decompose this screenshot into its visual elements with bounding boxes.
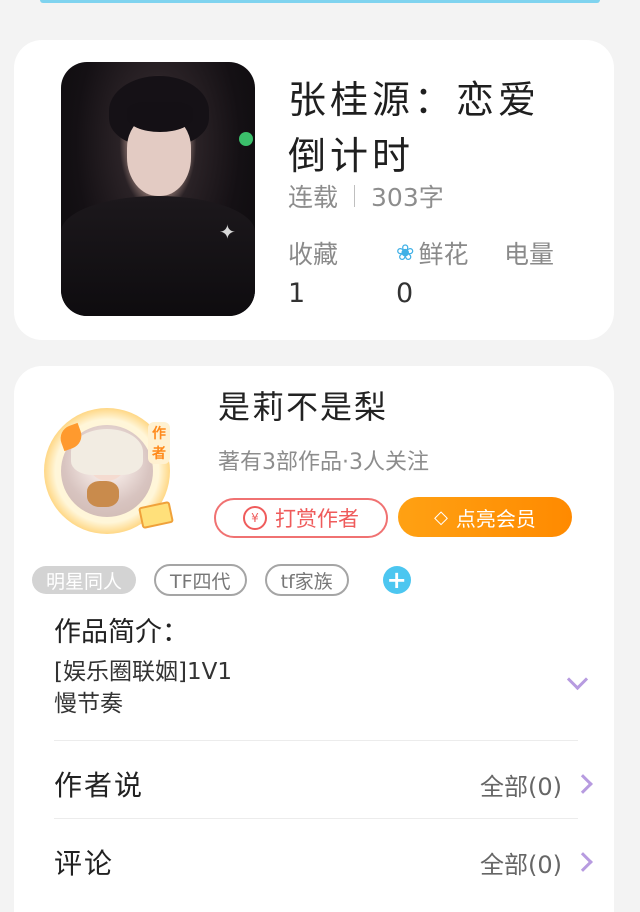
comments-row[interactable]: 评论 全部(0) xyxy=(54,834,593,890)
tag-item[interactable]: 明星同人 xyxy=(32,566,137,594)
tip-author-button[interactable]: ¥ 打赏作者 xyxy=(214,498,388,538)
stat-favorites[interactable]: 收藏 1 xyxy=(288,236,396,309)
tag-item[interactable]: TF四代 xyxy=(154,564,247,596)
stat-power[interactable]: 电量 xyxy=(504,236,612,309)
flower-icon: ❀ xyxy=(396,240,415,266)
book-info-card: ✦ 张桂源：恋爱 倒计时 连载 303字 收藏 1 ❀ 鲜花 0 电量 xyxy=(14,40,614,340)
book-stats: 收藏 1 ❀ 鲜花 0 电量 xyxy=(288,236,612,309)
author-card: 作者 是莉不是梨 著有3部作品·3人关注 ¥ 打赏作者 ◇ 点亮会员 明星同人 … xyxy=(14,366,614,912)
chevron-right-icon xyxy=(573,852,593,872)
word-count: 303字 xyxy=(371,183,444,212)
book-icon xyxy=(138,500,174,530)
author-badge: 作者 xyxy=(148,422,170,464)
divider xyxy=(354,185,356,207)
star-brooch-icon: ✦ xyxy=(219,220,236,244)
author-avatar-frame[interactable]: 作者 xyxy=(44,408,174,534)
top-accent-line xyxy=(40,0,600,3)
stat-flowers[interactable]: ❀ 鲜花 0 xyxy=(396,236,504,309)
add-tag-icon[interactable]: + xyxy=(382,566,411,594)
intro-text[interactable]: [娱乐圈联姻]1V1 慢节奏 xyxy=(54,656,474,720)
tag-list: 明星同人 TF四代 tf家族 + xyxy=(32,564,411,596)
intro-title: 作品简介： xyxy=(54,617,189,648)
expand-chevron-icon[interactable] xyxy=(566,668,589,691)
divider xyxy=(54,740,578,741)
chevron-right-icon xyxy=(573,774,593,794)
activate-vip-button[interactable]: ◇ 点亮会员 xyxy=(398,497,572,537)
author-says-row[interactable]: 作者说 全部(0) xyxy=(54,756,593,812)
book-cover-image[interactable]: ✦ xyxy=(61,62,255,316)
book-title: 张桂源：恋爱 倒计时 xyxy=(288,78,541,178)
diamond-icon: ◇ xyxy=(434,506,448,528)
tag-item[interactable]: tf家族 xyxy=(264,564,349,596)
author-info: 著有3部作品·3人关注 xyxy=(218,450,429,475)
divider xyxy=(54,818,578,819)
coin-icon: ¥ xyxy=(243,506,267,530)
book-status-row: 连载 303字 xyxy=(288,178,444,214)
author-name[interactable]: 是莉不是梨 xyxy=(218,382,388,428)
serial-status: 连载 xyxy=(288,183,339,212)
